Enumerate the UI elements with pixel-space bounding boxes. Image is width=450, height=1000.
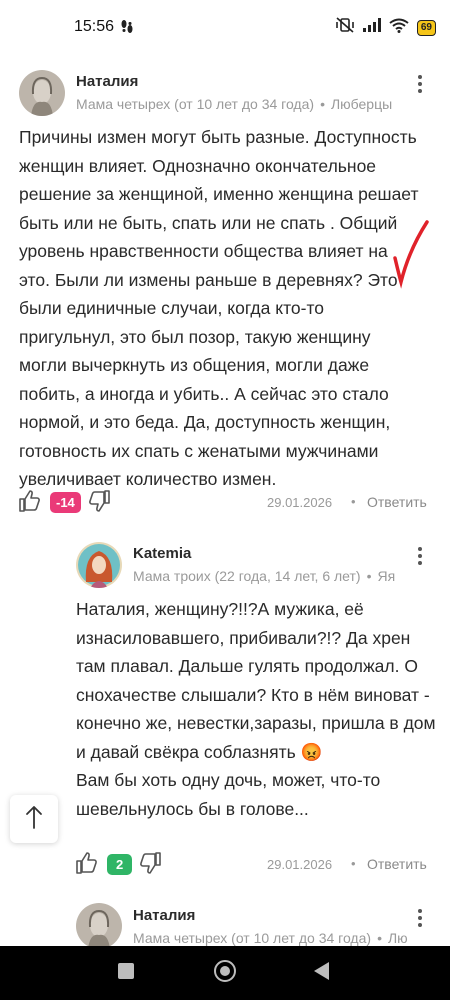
reply-button[interactable]: Ответить: [367, 856, 427, 872]
comment-text: Причины измен могут быть разные. Доступн…: [19, 127, 419, 489]
thumbs-up-icon[interactable]: [75, 851, 101, 877]
author-name[interactable]: Наталия: [76, 73, 138, 90]
arrow-up-icon: [25, 805, 43, 834]
wifi-icon: [389, 18, 409, 38]
avatar[interactable]: [76, 542, 122, 588]
thumbs-down-icon[interactable]: [138, 851, 164, 877]
thumbs-down-icon[interactable]: [87, 489, 113, 515]
mention-link[interactable]: Наталия: [76, 599, 145, 619]
comment-text-body: , женщину?!!?А мужика, её изнасиловавшег…: [76, 599, 436, 819]
author-name[interactable]: Katemia: [133, 545, 191, 562]
recent-apps-icon[interactable]: [118, 963, 134, 979]
comment-actions: -14: [18, 488, 113, 516]
avatar[interactable]: [19, 70, 65, 116]
comment-date: 29.01.2026: [267, 857, 333, 872]
avatar[interactable]: [76, 903, 122, 949]
comment-text: Наталия, женщину?!!?А мужика, её изнасил…: [76, 595, 436, 823]
thumbs-up-icon[interactable]: [18, 489, 44, 515]
author-role: Мама четырех (от 10 лет до 34 года): [133, 930, 372, 946]
author-role: Мама троих (22 года, 14 лет, 6 лет): [133, 568, 361, 584]
author-location: Лю: [387, 930, 408, 946]
back-icon[interactable]: [314, 962, 329, 980]
author-location: Яя: [377, 568, 396, 584]
score-badge: 2: [107, 853, 133, 875]
status-icons: 69: [335, 17, 436, 38]
mute-vibrate-icon: [335, 17, 355, 38]
scroll-to-top-button[interactable]: [10, 795, 58, 843]
comment-actions: 2: [75, 850, 164, 878]
comment-date: 29.01.2026: [267, 495, 333, 510]
author-meta: Мама четырех (от 10 лет до 34 года) • Лю: [133, 930, 408, 946]
home-icon[interactable]: [214, 960, 236, 982]
author-meta: Мама четырех (от 10 лет до 34 года) • Любе…: [76, 96, 393, 112]
footsteps-icon: [120, 19, 134, 38]
more-options-icon[interactable]: [410, 906, 430, 930]
battery-indicator: 69: [416, 19, 436, 36]
author-role: Мама четырех (от 10 лет до 34 года): [76, 96, 315, 112]
score-badge: -14: [50, 491, 81, 513]
author-name[interactable]: Наталия: [133, 907, 195, 924]
system-nav-bar: [0, 946, 450, 1000]
author-meta: Мама троих (22 года, 14 лет, 6 лет) • Яя: [133, 568, 396, 584]
status-bar: 15:56 69: [0, 0, 450, 54]
more-options-icon[interactable]: [410, 544, 430, 568]
check-mark-annotation: [385, 210, 430, 295]
reply-button[interactable]: Ответить: [367, 494, 427, 510]
author-location: Люберцы: [330, 96, 393, 112]
more-options-icon[interactable]: [410, 72, 430, 96]
status-time: 15:56: [74, 18, 115, 35]
signal-icon: [362, 18, 381, 37]
